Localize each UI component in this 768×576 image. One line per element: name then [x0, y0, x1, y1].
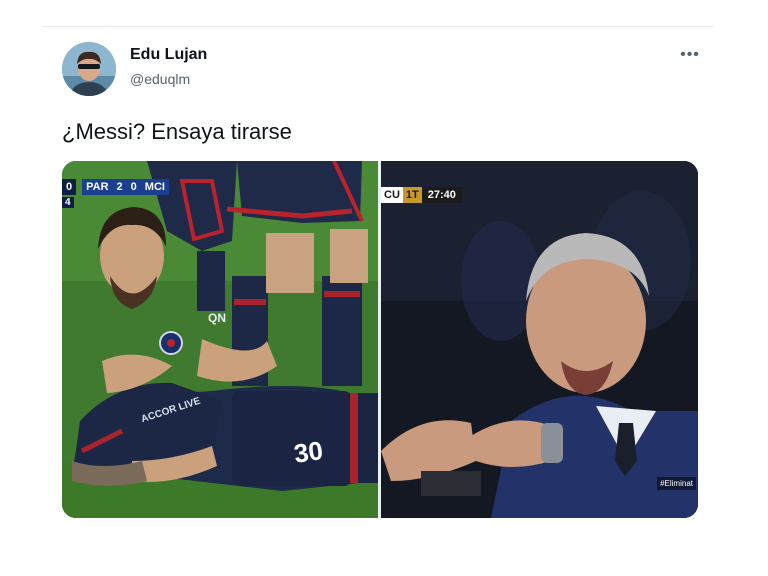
display-name[interactable]: Edu Lujan: [130, 46, 207, 64]
score-edge: 0: [62, 179, 77, 195]
period-label: 1T: [402, 187, 422, 203]
score-bug: 0 PAR 2 0 MCI: [62, 179, 169, 195]
tweet-media[interactable]: 0 PAR 2 0 MCI 4 QN ACCOR LIVE 30 CU 1T 2…: [62, 161, 698, 518]
team-away: MCI: [140, 179, 169, 195]
media-image-left[interactable]: 0 PAR 2 0 MCI 4 QN ACCOR LIVE 30: [62, 161, 378, 518]
channel-label: CU: [381, 187, 403, 203]
avatar[interactable]: [62, 42, 116, 96]
minute-small: 4: [62, 197, 74, 208]
coach-photo: [381, 161, 698, 518]
tweet-card[interactable]: Edu Lujan @eduqlm ••• ¿Messi? Ensaya tir…: [42, 26, 714, 527]
match-clock: 27:40: [421, 187, 462, 203]
user-handle[interactable]: @eduqlm: [130, 71, 190, 87]
team-home: PAR: [82, 179, 113, 195]
tweet-text: ¿Messi? Ensaya tirarse: [62, 119, 292, 144]
more-icon[interactable]: •••: [678, 43, 702, 67]
shirt-number: 30: [291, 435, 325, 469]
avatar-image: [62, 42, 116, 96]
score-away: 0: [126, 179, 141, 195]
clock-bug: CU 1T 27:40: [381, 187, 462, 203]
sleeve-sponsor: QN: [208, 311, 226, 325]
media-image-right[interactable]: CU 1T 27:40 #Eliminat: [381, 161, 698, 518]
hashtag-overlay: #Eliminat: [657, 477, 696, 490]
messi-photo: [62, 161, 378, 518]
score-home: 2: [112, 179, 127, 195]
